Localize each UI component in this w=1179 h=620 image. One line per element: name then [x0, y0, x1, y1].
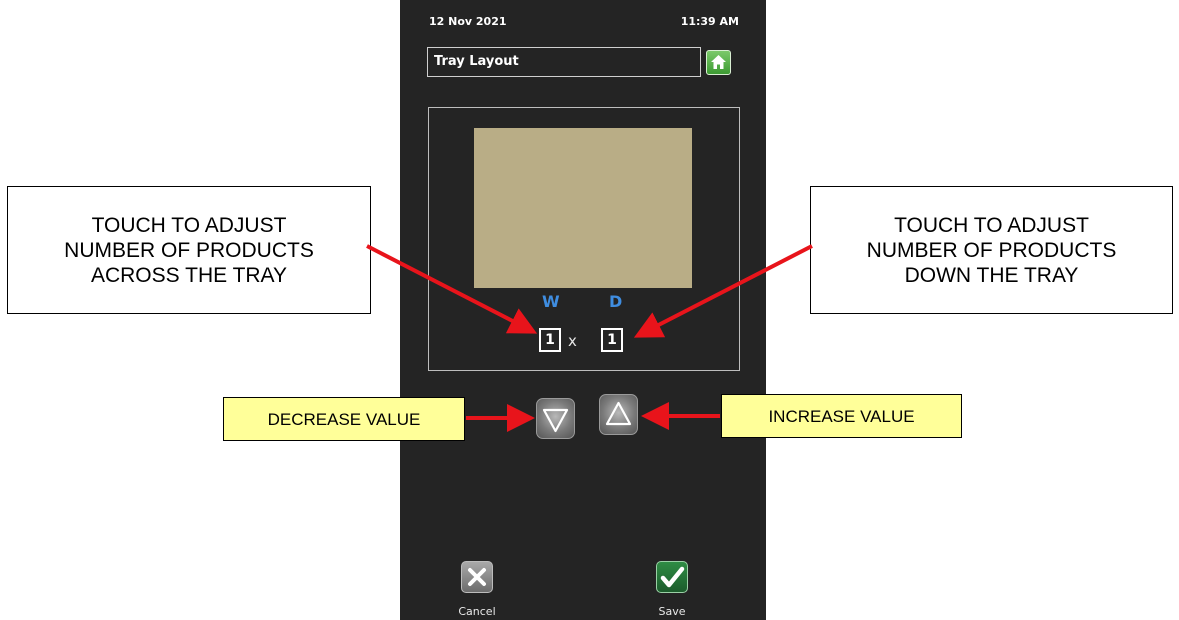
depth-label: D — [609, 292, 623, 311]
triangle-up-icon — [605, 401, 632, 426]
tray-preview — [474, 128, 692, 288]
callout-across-tray: TOUCH TO ADJUST NUMBER OF PRODUCTS ACROS… — [7, 186, 371, 314]
increase-button[interactable] — [599, 394, 638, 435]
page-title: Tray Layout — [427, 47, 701, 77]
decrease-button[interactable] — [536, 398, 575, 439]
cancel-button[interactable] — [461, 561, 493, 593]
callout-increase-text: INCREASE VALUE — [768, 406, 915, 426]
triangle-down-icon — [542, 408, 569, 433]
tray-layout-panel: W D 1 x 1 — [428, 107, 740, 371]
times-separator: x — [568, 332, 577, 350]
close-icon — [468, 568, 486, 586]
callout-decrease-text: DECREASE VALUE — [267, 409, 421, 429]
home-icon — [711, 55, 726, 69]
cancel-label: Cancel — [458, 605, 496, 618]
callout-increase-value: INCREASE VALUE — [721, 394, 962, 438]
save-label: Save — [658, 605, 686, 618]
callout-down-tray: TOUCH TO ADJUST NUMBER OF PRODUCTS DOWN … — [810, 186, 1173, 314]
checkmark-icon — [660, 566, 685, 588]
device-screen: 12 Nov 2021 11:39 AM Tray Layout W D 1 x… — [400, 0, 766, 620]
status-time: 11:39 AM — [680, 15, 739, 28]
depth-value-field[interactable]: 1 — [601, 328, 623, 352]
status-date: 12 Nov 2021 — [429, 15, 507, 28]
status-bar: 12 Nov 2021 11:39 AM — [400, 0, 766, 40]
callout-decrease-value: DECREASE VALUE — [223, 397, 465, 441]
callout-across-text: TOUCH TO ADJUST NUMBER OF PRODUCTS ACROS… — [64, 213, 314, 287]
save-button[interactable] — [656, 561, 688, 593]
width-label: W — [542, 292, 560, 311]
width-value-field[interactable]: 1 — [539, 328, 561, 352]
callout-down-text: TOUCH TO ADJUST NUMBER OF PRODUCTS DOWN … — [866, 213, 1117, 287]
home-button[interactable] — [706, 50, 731, 75]
